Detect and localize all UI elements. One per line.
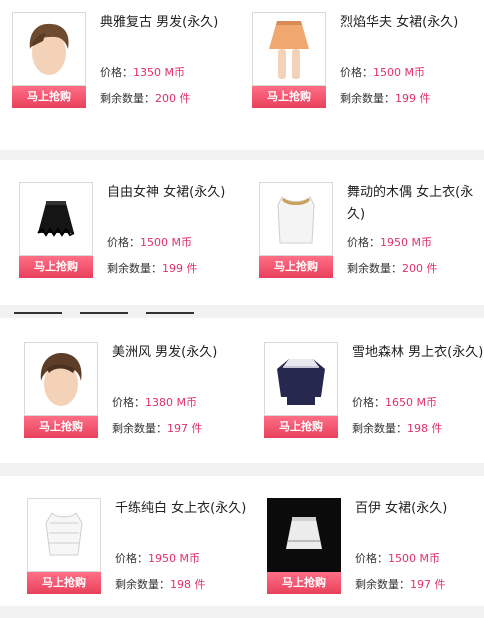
product-name[interactable]: 自由女神 女裙(永久): [107, 182, 249, 204]
product-image[interactable]: [19, 182, 93, 256]
skirt-icon: [269, 21, 309, 79]
buy-now-button[interactable]: 马上抢购: [12, 86, 86, 108]
product-stock: 剩余数量：198 件: [352, 422, 443, 435]
product-price: 价格：1650 M币: [352, 396, 437, 409]
product-card: 马上抢购 烈焰华夫 女裙(永久) 价格：1500 M币 剩余数量：199 件: [252, 12, 484, 132]
skirt-icon: [37, 201, 75, 237]
hair-icon: [40, 353, 82, 406]
product-price: 价格：1950 M币: [115, 552, 200, 565]
product-name[interactable]: 千练纯白 女上衣(永久): [115, 498, 257, 520]
buy-now-button[interactable]: 马上抢购: [19, 256, 93, 278]
product-card: 马上抢购 舞动的木偶 女上衣(永久) 价格：1950 M币 剩余数量：200 件: [259, 182, 484, 302]
buy-now-button[interactable]: 马上抢购: [264, 416, 338, 438]
product-image[interactable]: [252, 12, 326, 86]
product-name[interactable]: 百伊 女裙(永久): [355, 498, 484, 520]
product-image[interactable]: [267, 498, 341, 572]
product-name[interactable]: 舞动的木偶 女上衣(永久): [347, 182, 484, 226]
product-stock: 剩余数量：200 件: [100, 92, 191, 105]
product-image[interactable]: [27, 498, 101, 572]
product-stock: 剩余数量：198 件: [115, 578, 206, 591]
top-icon: [45, 512, 83, 556]
buy-now-button[interactable]: 马上抢购: [24, 416, 98, 438]
product-card: 马上抢购 百伊 女裙(永久) 价格：1500 M币 剩余数量：197 件: [267, 498, 484, 618]
buy-now-button[interactable]: 马上抢购: [27, 572, 101, 594]
product-price: 价格：1350 M币: [100, 66, 185, 79]
product-card: 马上抢购 千练纯白 女上衣(永久) 价格：1950 M币 剩余数量：198 件: [27, 498, 267, 618]
top-icon: [277, 196, 315, 244]
product-stock: 剩余数量：200 件: [347, 262, 438, 275]
product-name[interactable]: 烈焰华夫 女裙(永久): [340, 12, 482, 34]
section-divider: [146, 312, 194, 314]
product-price: 价格：1500 M币: [340, 66, 425, 79]
section-divider: [80, 312, 128, 314]
product-image[interactable]: [24, 342, 98, 416]
product-stock: 剩余数量：199 件: [107, 262, 198, 275]
product-stock: 剩余数量：197 件: [355, 578, 446, 591]
product-stock: 剩余数量：199 件: [340, 92, 431, 105]
buy-now-button[interactable]: 马上抢购: [267, 572, 341, 594]
product-price: 价格：1500 M币: [355, 552, 440, 565]
product-image[interactable]: [264, 342, 338, 416]
product-name[interactable]: 雪地森林 男上衣(永久): [352, 342, 484, 364]
product-card: 马上抢购 雪地森林 男上衣(永久) 价格：1650 M币 剩余数量：198 件: [264, 342, 484, 462]
product-stock: 剩余数量：197 件: [112, 422, 203, 435]
product-name[interactable]: 美洲风 男发(永久): [112, 342, 254, 364]
product-card: 马上抢购 美洲风 男发(永久) 价格：1380 M币 剩余数量：197 件: [24, 342, 264, 462]
buy-now-button[interactable]: 马上抢购: [252, 86, 326, 108]
skirt-icon: [286, 517, 322, 549]
product-card: 马上抢购 自由女神 女裙(永久) 价格：1500 M币 剩余数量：199 件: [19, 182, 259, 302]
product-image[interactable]: [12, 12, 86, 86]
product-card: 马上抢购 典雅复古 男发(永久) 价格：1350 M币 剩余数量：200 件: [12, 12, 252, 132]
sweater-icon: [277, 359, 325, 405]
buy-now-button[interactable]: 马上抢购: [259, 256, 333, 278]
product-name[interactable]: 典雅复古 男发(永久): [100, 12, 242, 34]
hair-icon: [29, 23, 69, 75]
section-divider: [14, 312, 62, 314]
product-price: 价格：1380 M币: [112, 396, 197, 409]
product-image[interactable]: [259, 182, 333, 256]
product-price: 价格：1500 M币: [107, 236, 192, 249]
product-price: 价格：1950 M币: [347, 236, 432, 249]
